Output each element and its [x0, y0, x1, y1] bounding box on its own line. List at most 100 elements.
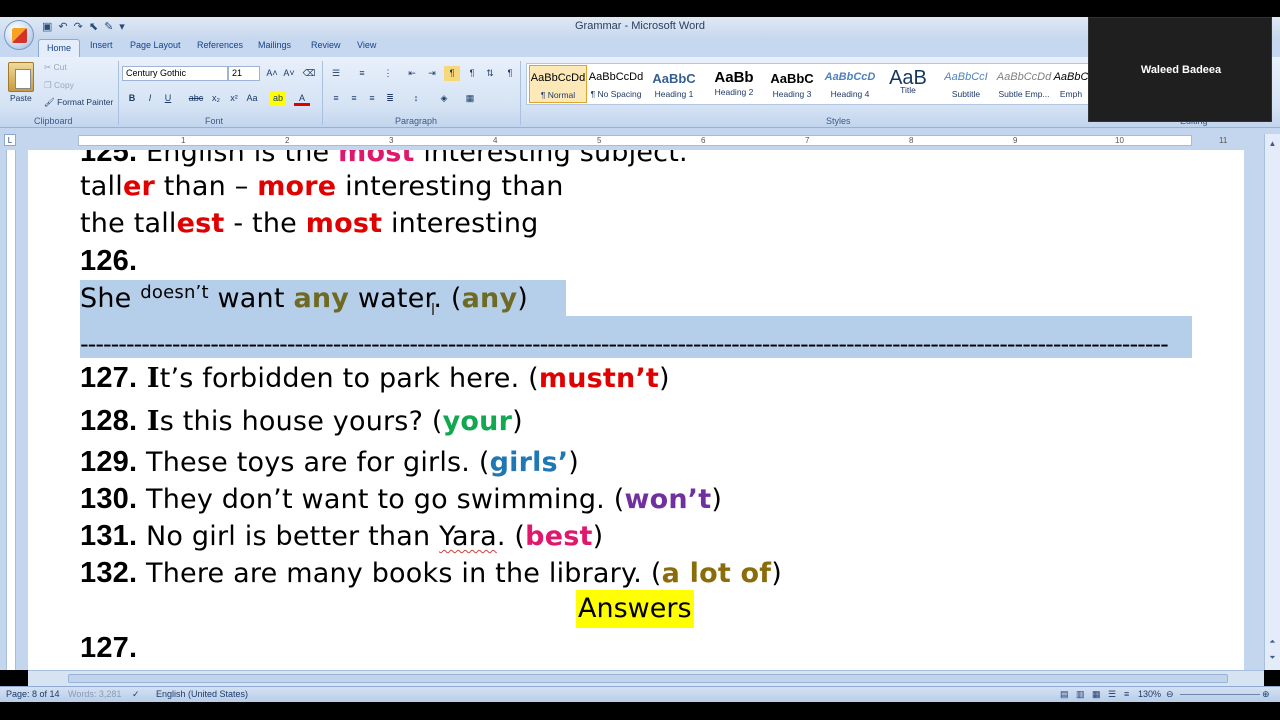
- style-name: Subtle Emp...: [998, 89, 1050, 99]
- text-run: want: [208, 283, 294, 314]
- borders-icon[interactable]: ▦: [462, 91, 478, 106]
- question-number: 130.: [80, 483, 138, 515]
- grow-font-icon[interactable]: A˄: [264, 66, 280, 81]
- superscript-icon[interactable]: x²: [226, 91, 242, 106]
- underline-icon[interactable]: U: [160, 91, 176, 106]
- screen-bottom-bar: [0, 702, 1280, 720]
- style-heading-2[interactable]: AaBb Heading 2: [705, 65, 763, 103]
- text-run: than –: [154, 171, 258, 202]
- style-name: ¶ No Spacing: [590, 89, 642, 99]
- tab-review[interactable]: Review: [311, 40, 341, 50]
- style-name: Heading 3: [772, 89, 812, 99]
- tab-references[interactable]: References: [197, 40, 243, 50]
- tab-mailings[interactable]: Mailings: [258, 40, 291, 50]
- highlight-color-icon[interactable]: ab: [270, 91, 286, 106]
- styles-group-label: Styles: [826, 116, 851, 126]
- ltr-icon[interactable]: ¶: [464, 66, 480, 81]
- horizontal-scroll-thumb[interactable]: [68, 674, 1228, 683]
- font-family-combo[interactable]: Century Gothic: [122, 66, 228, 81]
- document-page[interactable]: 125. English is the most interesting sub…: [28, 150, 1244, 670]
- style-subtitle[interactable]: AaBbCcI Subtitle: [937, 65, 995, 103]
- style-title[interactable]: AaB Title: [879, 65, 937, 103]
- style-heading-4[interactable]: AaBbCcD Heading 4: [821, 65, 879, 103]
- vertical-scrollbar[interactable]: ▲ ⏶ ⏷: [1264, 134, 1280, 670]
- paste-icon[interactable]: [8, 62, 34, 92]
- shading-icon[interactable]: ◈: [436, 91, 452, 106]
- spellcheck-word[interactable]: Yara: [439, 521, 497, 552]
- ruler-number: 1: [181, 136, 186, 145]
- strikethrough-icon[interactable]: abc: [188, 91, 204, 106]
- office-button[interactable]: [4, 20, 34, 50]
- cut-button[interactable]: ✂ Cut: [44, 62, 67, 73]
- zoom-slider[interactable]: [1180, 694, 1260, 695]
- vertical-ruler[interactable]: [6, 150, 16, 670]
- proofing-icon[interactable]: ✓: [132, 689, 140, 700]
- italic-icon[interactable]: I: [142, 91, 158, 106]
- scroll-up-icon[interactable]: ▲: [1267, 138, 1278, 149]
- doc-line: 125. English is the most interesting sub…: [80, 150, 688, 169]
- language-indicator[interactable]: English (United States): [156, 689, 248, 699]
- tab-selector-icon[interactable]: L: [4, 134, 16, 146]
- doc-line: 132. There are many books in the library…: [80, 557, 782, 590]
- clear-format-icon[interactable]: ⌫: [301, 66, 317, 81]
- tab-page-layout[interactable]: Page Layout: [130, 40, 181, 50]
- hint-word: best: [525, 521, 593, 552]
- text-run: She: [80, 283, 141, 314]
- text-run: No girl is better than: [137, 521, 440, 552]
- multilevel-list-icon[interactable]: ⋮: [380, 66, 396, 81]
- full-screen-icon[interactable]: ▥: [1076, 689, 1085, 700]
- justify-icon[interactable]: ≣: [382, 91, 398, 106]
- show-marks-icon[interactable]: ¶: [502, 66, 518, 81]
- text-cursor-icon: [432, 303, 434, 315]
- next-page-icon[interactable]: ⏷: [1267, 652, 1278, 663]
- zoom-level[interactable]: 130%: [1138, 689, 1161, 699]
- rtl-icon[interactable]: ¶: [444, 66, 460, 81]
- draft-icon[interactable]: ≡: [1124, 689, 1129, 699]
- increase-indent-icon[interactable]: ⇥: [424, 66, 440, 81]
- style-heading-1[interactable]: AaBbC Heading 1: [645, 65, 703, 103]
- print-layout-icon[interactable]: ▤: [1060, 689, 1069, 700]
- font-size-combo[interactable]: 21: [228, 66, 260, 81]
- doc-line: 131. No girl is better than Yara. (best): [80, 520, 603, 553]
- line-spacing-icon[interactable]: ↕: [408, 91, 424, 106]
- decrease-indent-icon[interactable]: ⇤: [404, 66, 420, 81]
- copy-label: Copy: [53, 80, 74, 90]
- page-indicator[interactable]: Page: 8 of 14: [6, 689, 60, 699]
- text-run: . (: [496, 521, 526, 552]
- text-run: interesting than: [336, 171, 564, 202]
- outline-icon[interactable]: ☰: [1108, 689, 1116, 700]
- paste-button[interactable]: Paste: [10, 93, 32, 103]
- word-count[interactable]: Words: 3,281: [68, 689, 121, 699]
- style-normal[interactable]: AaBbCcDd ¶ Normal: [529, 65, 587, 103]
- video-call-tile[interactable]: Waleed Badeea: [1088, 17, 1272, 122]
- tab-home[interactable]: Home: [38, 39, 81, 57]
- suffix-est: est: [176, 208, 225, 239]
- bullets-icon[interactable]: ☰: [328, 66, 344, 81]
- copy-button[interactable]: ❐ Copy: [44, 80, 74, 91]
- style-heading-3[interactable]: AaBbC Heading 3: [763, 65, 821, 103]
- horizontal-ruler[interactable]: 1 2 3 4 5 6 7 8 9 10 11: [78, 135, 1227, 146]
- web-layout-icon[interactable]: ▦: [1092, 689, 1101, 700]
- numbering-icon[interactable]: ≡: [354, 66, 370, 81]
- subscript-icon[interactable]: x₂: [208, 91, 224, 106]
- align-left-icon[interactable]: ≡: [328, 91, 344, 106]
- style-subtle-emphasis[interactable]: AaBbCcDd Subtle Emp...: [995, 65, 1053, 103]
- font-color-icon[interactable]: A: [294, 91, 310, 106]
- previous-page-icon[interactable]: ⏶: [1267, 636, 1278, 647]
- align-center-icon[interactable]: ≡: [346, 91, 362, 106]
- zoom-out-icon[interactable]: ⊖: [1166, 689, 1174, 700]
- ruler-number: 7: [805, 136, 810, 145]
- format-painter-button[interactable]: 🖌 Format Painter: [44, 97, 113, 108]
- tab-view[interactable]: View: [357, 40, 376, 50]
- style-emphasis[interactable]: AaBbC Emph: [1053, 65, 1089, 103]
- bold-icon[interactable]: B: [124, 91, 140, 106]
- shrink-font-icon[interactable]: A˅: [281, 66, 297, 81]
- tab-insert[interactable]: Insert: [90, 40, 113, 50]
- sort-icon[interactable]: ⇅: [482, 66, 498, 81]
- doc-line: 130. They don’t want to go swimming. (wo…: [80, 483, 722, 516]
- change-case-icon[interactable]: Aa: [244, 91, 260, 106]
- zoom-in-icon[interactable]: ⊕: [1262, 689, 1270, 700]
- horizontal-scrollbar[interactable]: [28, 670, 1264, 686]
- style-no-spacing[interactable]: AaBbCcDd ¶ No Spacing: [587, 65, 645, 103]
- align-right-icon[interactable]: ≡: [364, 91, 380, 106]
